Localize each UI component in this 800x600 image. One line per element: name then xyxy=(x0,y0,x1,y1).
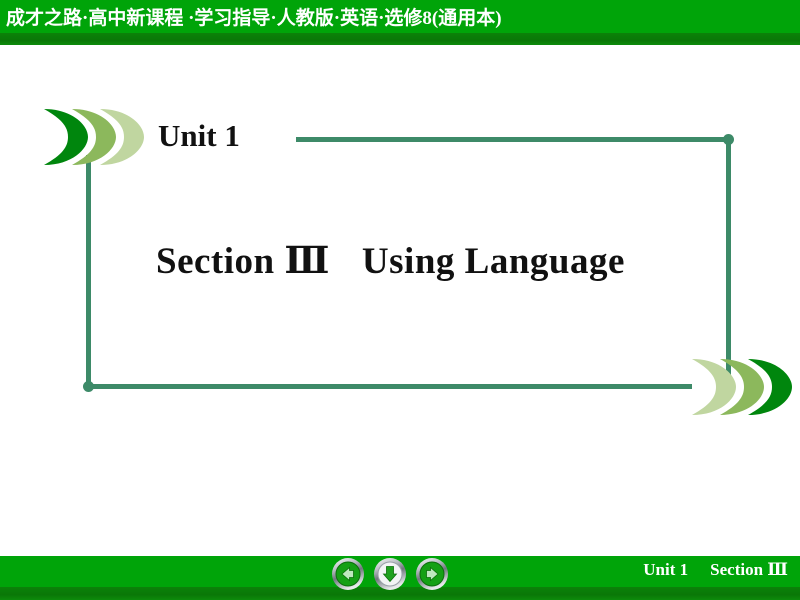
section-heading-number: Section Ⅲ xyxy=(156,241,330,282)
unit-heading: Unit 1 xyxy=(158,118,240,153)
breadcrumb-section: Section Ⅲ xyxy=(710,560,788,579)
frame-line-top xyxy=(296,137,730,142)
frame-line-right xyxy=(726,137,731,389)
header-bar: 成才之路·高中新课程 ·学习指导·人教版·英语·选修8(通用本) xyxy=(0,0,800,45)
footer-bar: Unit 1 Section Ⅲ xyxy=(0,556,800,600)
navigation-buttons xyxy=(331,557,461,597)
previous-slide-button[interactable] xyxy=(331,557,365,591)
frame-node-bottom-left xyxy=(83,381,94,392)
frame-node-top-right xyxy=(723,134,734,145)
triple-chevron-right-icon xyxy=(690,355,792,417)
frame-line-bottom xyxy=(86,384,692,389)
frame-line-left xyxy=(86,155,91,389)
breadcrumb: Unit 1 Section Ⅲ xyxy=(643,560,788,580)
breadcrumb-unit: Unit 1 xyxy=(643,560,689,579)
course-title: 成才之路·高中新课程 ·学习指导·人教版·英语·选修8(通用本) xyxy=(6,8,502,29)
section-heading: Section Ⅲ Using Language xyxy=(156,238,625,283)
header-shadow-band xyxy=(0,33,800,45)
section-heading-topic: Using Language xyxy=(361,241,625,282)
slide-body: Unit 1 Section Ⅲ Using Language xyxy=(0,45,800,545)
triple-chevron-right-icon xyxy=(42,105,144,167)
next-slide-button[interactable] xyxy=(415,557,449,591)
next-step-button[interactable] xyxy=(373,557,407,591)
